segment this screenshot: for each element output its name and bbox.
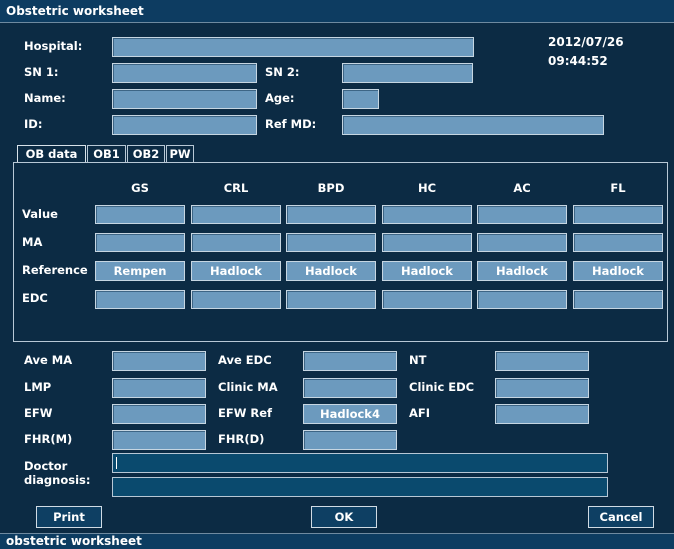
- age-label: Age:: [265, 91, 295, 105]
- diagnosis-line-2[interactable]: [112, 477, 608, 497]
- nt-label: NT: [409, 353, 427, 367]
- status-bar-text: obstetric worksheet: [6, 534, 142, 548]
- column-header-bpd: BPD: [317, 181, 345, 195]
- ok-button[interactable]: OK: [311, 506, 377, 528]
- nt-field[interactable]: [495, 351, 589, 371]
- reference-crl-select[interactable]: Hadlock: [191, 261, 281, 281]
- window-title-bar: Obstetric worksheet: [0, 0, 674, 23]
- lmp-label: LMP: [24, 380, 52, 394]
- efw-field[interactable]: [112, 404, 206, 424]
- diagnosis-line-1[interactable]: [112, 453, 608, 473]
- cancel-button[interactable]: Cancel: [588, 506, 654, 528]
- ave-ma-field[interactable]: [112, 351, 206, 371]
- print-button[interactable]: Print: [36, 506, 102, 528]
- hospital-label: Hospital:: [24, 39, 83, 53]
- column-header-gs: GS: [131, 181, 149, 195]
- edc-hc-field[interactable]: [382, 290, 472, 309]
- sn2-label: SN 2:: [265, 65, 300, 79]
- status-bar: obstetric worksheet: [0, 533, 674, 549]
- row-label-edc: EDC: [22, 291, 48, 305]
- efw-label: EFW: [24, 406, 53, 420]
- fhr-m-label: FHR(M): [24, 432, 73, 446]
- age-field[interactable]: [342, 89, 379, 109]
- fhr-d-label: FHR(D): [218, 432, 265, 446]
- id-label: ID:: [24, 117, 43, 131]
- window-title: Obstetric worksheet: [6, 4, 144, 18]
- value-ac-field[interactable]: [477, 205, 567, 224]
- sn1-label: SN 1:: [24, 65, 59, 79]
- value-hc-field[interactable]: [382, 205, 472, 224]
- afi-field[interactable]: [495, 404, 589, 424]
- column-header-fl: FL: [610, 181, 626, 195]
- ma-bpd-field[interactable]: [286, 233, 376, 252]
- doctor-diagnosis-label-line1: Doctor: [24, 459, 68, 473]
- efw-ref-label: EFW Ref: [218, 406, 273, 420]
- tab-pw[interactable]: PW: [166, 145, 194, 162]
- efw-ref-select[interactable]: Hadlock4: [303, 404, 397, 424]
- hospital-field[interactable]: [112, 37, 474, 57]
- edc-crl-field[interactable]: [191, 290, 281, 309]
- column-header-crl: CRL: [223, 181, 249, 195]
- reference-bpd-select[interactable]: Hadlock: [286, 261, 376, 281]
- edc-fl-field[interactable]: [573, 290, 663, 309]
- value-bpd-field[interactable]: [286, 205, 376, 224]
- tab-ob1[interactable]: OB1: [87, 145, 126, 162]
- column-header-ac: AC: [513, 181, 531, 195]
- refmd-field[interactable]: [342, 115, 604, 135]
- ave-edc-field[interactable]: [303, 351, 397, 371]
- value-crl-field[interactable]: [191, 205, 281, 224]
- name-field[interactable]: [112, 89, 257, 109]
- column-header-hc: HC: [417, 181, 437, 195]
- edc-gs-field[interactable]: [95, 290, 185, 309]
- date-display: 2012/07/26: [548, 35, 624, 49]
- tab-ob-data[interactable]: OB data: [17, 145, 86, 162]
- ma-crl-field[interactable]: [191, 233, 281, 252]
- clinic-edc-label: Clinic EDC: [409, 380, 475, 394]
- ave-edc-label: Ave EDC: [218, 353, 272, 367]
- row-label-reference: Reference: [22, 263, 88, 277]
- name-label: Name:: [24, 91, 66, 105]
- ave-ma-label: Ave MA: [24, 353, 73, 367]
- tab-ob2[interactable]: OB2: [127, 145, 165, 162]
- clinic-ma-label: Clinic MA: [218, 380, 278, 394]
- reference-fl-select[interactable]: Hadlock: [573, 261, 663, 281]
- edc-ac-field[interactable]: [477, 290, 567, 309]
- fhr-d-field[interactable]: [303, 430, 397, 450]
- reference-hc-select[interactable]: Hadlock: [382, 261, 472, 281]
- doctor-diagnosis-label-line2: diagnosis:: [24, 473, 91, 487]
- afi-label: AFI: [409, 406, 431, 420]
- reference-gs-select[interactable]: Rempen: [95, 261, 185, 281]
- row-label-value: Value: [22, 207, 58, 221]
- doctor-diagnosis-label: Doctor diagnosis:: [24, 459, 90, 487]
- edc-bpd-field[interactable]: [286, 290, 376, 309]
- clinic-ma-field[interactable]: [303, 378, 397, 398]
- value-gs-field[interactable]: [95, 205, 185, 224]
- id-field[interactable]: [112, 115, 257, 135]
- ma-hc-field[interactable]: [382, 233, 472, 252]
- time-display: 09:44:52: [548, 54, 608, 68]
- clinic-edc-field[interactable]: [495, 378, 589, 398]
- ma-ac-field[interactable]: [477, 233, 567, 252]
- sn1-field[interactable]: [112, 63, 257, 83]
- fhr-m-field[interactable]: [112, 430, 206, 450]
- sn2-field[interactable]: [342, 63, 473, 83]
- row-label-ma: MA: [22, 235, 43, 249]
- text-cursor: [116, 457, 117, 469]
- lmp-field[interactable]: [112, 378, 206, 398]
- value-fl-field[interactable]: [573, 205, 663, 224]
- refmd-label: Ref MD:: [265, 117, 317, 131]
- ma-fl-field[interactable]: [573, 233, 663, 252]
- ma-gs-field[interactable]: [95, 233, 185, 252]
- reference-ac-select[interactable]: Hadlock: [477, 261, 567, 281]
